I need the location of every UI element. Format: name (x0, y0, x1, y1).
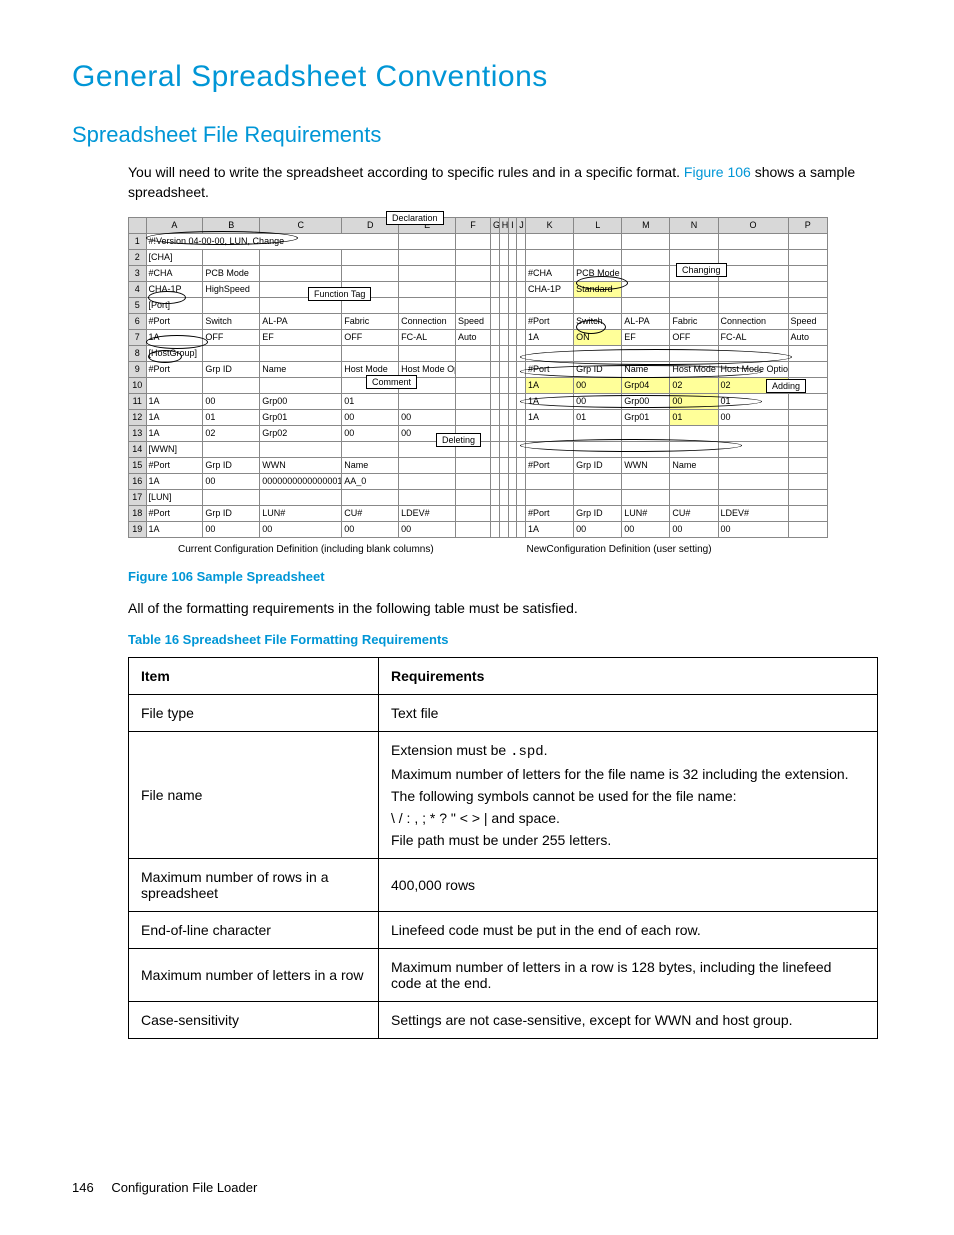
table-caption: Table 16 Spreadsheet File Formatting Req… (128, 632, 882, 647)
section-title: Spreadsheet File Requirements (72, 122, 882, 148)
table-row: Case-sensitivity Settings are not case-s… (129, 1001, 878, 1038)
figure-caption: Figure 106 Sample Spreadsheet (128, 569, 882, 584)
callout-declaration: Declaration (386, 211, 444, 225)
sheet-cap-right: NewConfiguration Definition (user settin… (526, 544, 711, 555)
callout-deleting: Deleting (436, 433, 481, 447)
page-footer: 146 Configuration File Loader (72, 1180, 257, 1195)
table-row: File name Extension must be .spd.Maximum… (129, 731, 878, 858)
spreadsheet-figure: Declaration Function Tag Comment Deletin… (128, 217, 828, 555)
callout-changing: Changing (676, 263, 727, 277)
page-title: General Spreadsheet Conventions (72, 60, 882, 94)
figure-link[interactable]: Figure 106 (684, 164, 751, 180)
callout-adding: Adding (766, 379, 806, 393)
table-row: Maximum number of rows in a spreadsheet … (129, 858, 878, 911)
satisfied-text: All of the formatting requirements in th… (128, 598, 882, 618)
req-header-item: Item (129, 657, 379, 694)
page-number: 146 (72, 1180, 94, 1195)
req-filename: Extension must be .spd.Maximum number of… (379, 731, 878, 858)
table-row: Maximum number of letters in a row Maxim… (129, 948, 878, 1001)
table-row: End-of-line character Linefeed code must… (129, 911, 878, 948)
intro-paragraph: You will need to write the spreadsheet a… (128, 162, 882, 203)
requirements-table: Item Requirements File type Text file Fi… (128, 657, 878, 1039)
sheet-cap-left: Current Configuration Definition (includ… (178, 544, 434, 555)
req-header-req: Requirements (379, 657, 878, 694)
intro-text-a: You will need to write the spreadsheet a… (128, 164, 684, 180)
callout-comment: Comment (366, 375, 417, 389)
footer-title: Configuration File Loader (111, 1180, 257, 1195)
table-row: File type Text file (129, 694, 878, 731)
callout-function: Function Tag (308, 287, 371, 301)
